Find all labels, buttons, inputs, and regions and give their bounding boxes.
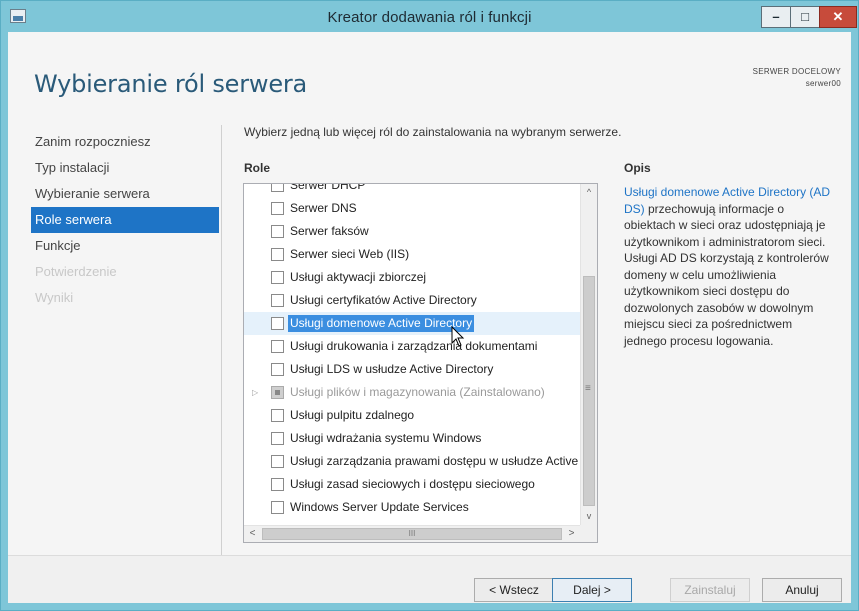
horizontal-scrollbar[interactable]: < III > <box>244 525 580 542</box>
horizontal-scroll-thumb[interactable]: III <box>262 528 562 540</box>
title-bar[interactable]: Kreator dodawania ról i funkcji – □ ✕ <box>1 1 858 33</box>
destination-server-label: SERWER DOCELOWY <box>752 67 841 76</box>
role-checkbox[interactable] <box>271 501 284 514</box>
role-label: Windows Server Update Services <box>290 500 469 514</box>
role-checkbox[interactable] <box>271 271 284 284</box>
step-wyniki: Wyniki <box>35 290 74 305</box>
back-button[interactable]: < Wstecz <box>474 578 554 602</box>
maximize-button[interactable]: □ <box>790 6 820 28</box>
role-label: Serwer DNS <box>290 201 357 215</box>
role-row[interactable]: Usługi zarządzania prawami dostępu w usł… <box>244 450 580 473</box>
step-typ-instalacji[interactable]: Typ instalacji <box>31 155 219 181</box>
role-checkbox[interactable] <box>271 294 284 307</box>
role-label: Usługi wdrażania systemu Windows <box>290 431 482 445</box>
roles-header: Role <box>244 161 271 175</box>
role-label: Serwer sieci Web (IIS) <box>290 247 410 261</box>
role-checkbox[interactable] <box>271 363 284 376</box>
role-checkbox[interactable] <box>271 184 284 192</box>
page-title: Wybieranie ról serwera <box>34 70 308 98</box>
role-label: Usługi drukowania i zarządzania dokument… <box>290 339 538 353</box>
role-row[interactable]: Usługi certyfikatów Active Directory <box>244 289 580 312</box>
minimize-button[interactable]: – <box>761 6 791 28</box>
step-funkcje[interactable]: Funkcje <box>31 233 219 259</box>
scroll-grip-icon: ≡ <box>585 383 591 394</box>
role-row[interactable]: Serwer DNS <box>244 197 580 220</box>
step-wybieranie-serwera[interactable]: Wybieranie serwera <box>31 181 219 207</box>
role-row[interactable]: Usługi wdrażania systemu Windows <box>244 427 580 450</box>
role-row[interactable]: Usługi drukowania i zarządzania dokument… <box>244 335 580 358</box>
role-label: Usługi zarządzania prawami dostępu w usł… <box>290 454 580 468</box>
role-row[interactable]: Usługi zasad sieciowych i dostępu siecio… <box>244 473 580 496</box>
step-potwierdzenie: Potwierdzenie <box>35 264 117 279</box>
role-row-ad-ds[interactable]: Usługi domenowe Active Directory <box>244 312 580 335</box>
role-label: Usługi aktywacji zbiorczej <box>290 270 427 284</box>
roles-list[interactable]: Serwer DHCP Serwer DNS Serwer faksów Ser… <box>243 183 598 543</box>
role-row[interactable]: Serwer faksów <box>244 220 580 243</box>
role-label: Usługi zasad sieciowych i dostępu siecio… <box>290 477 535 491</box>
role-label: Usługi plików i magazynowania (Zainstalo… <box>290 385 545 399</box>
role-checkbox[interactable] <box>271 478 284 491</box>
step-role-serwera[interactable]: Role serwera <box>31 207 219 233</box>
window-title: Kreator dodawania ról i funkcji <box>327 9 532 26</box>
next-button[interactable]: Dalej > <box>552 578 632 602</box>
role-checkbox[interactable] <box>271 455 284 468</box>
scroll-down-icon[interactable]: v <box>581 508 597 525</box>
scroll-left-icon[interactable]: < <box>244 526 261 542</box>
role-checkbox[interactable] <box>271 317 284 330</box>
role-description: Usługi domenowe Active Directory (AD DS)… <box>624 184 836 349</box>
role-checkbox[interactable] <box>271 202 284 215</box>
description-header: Opis <box>624 161 651 175</box>
role-row[interactable]: Usługi aktywacji zbiorczej <box>244 266 580 289</box>
instruction-text: Wybierz jedną lub więcej ról do zainstal… <box>244 125 622 139</box>
role-checkbox[interactable] <box>271 432 284 445</box>
step-zanim-rozpoczniesz[interactable]: Zanim rozpoczniesz <box>31 129 219 155</box>
description-body: przechowują informacje o obiektach w sie… <box>624 201 829 348</box>
role-checkbox[interactable] <box>271 409 284 422</box>
install-button: Zainstaluj <box>670 578 750 602</box>
role-row[interactable]: Serwer sieci Web (IIS) <box>244 243 580 266</box>
mouse-pointer-icon <box>451 326 465 347</box>
cancel-button[interactable]: Anuluj <box>762 578 842 602</box>
role-label: Usługi LDS w usłudze Active Directory <box>290 362 494 376</box>
role-checkbox[interactable] <box>271 340 284 353</box>
scroll-right-icon[interactable]: > <box>563 526 580 542</box>
role-row-file-services: ▷ Usługi plików i magazynowania (Zainsta… <box>244 381 580 404</box>
role-row[interactable]: Serwer DHCP <box>244 183 580 197</box>
role-checkbox[interactable] <box>271 248 284 261</box>
role-label: Usługi certyfikatów Active Directory <box>290 293 477 307</box>
destination-server: SERWER DOCELOWY serwer00 <box>753 66 841 90</box>
destination-server-name: serwer00 <box>805 79 841 88</box>
role-label: Serwer faksów <box>290 224 369 238</box>
role-checkbox[interactable] <box>271 225 284 238</box>
scroll-corner <box>580 525 597 542</box>
role-row[interactable]: Usługi LDS w usłudze Active Directory <box>244 358 580 381</box>
expand-arrow-icon[interactable]: ▷ <box>252 381 258 404</box>
role-label: Usługi pulpitu zdalnego <box>290 408 415 422</box>
role-label: Serwer DHCP <box>290 183 366 192</box>
close-button[interactable]: ✕ <box>819 6 857 28</box>
nav-divider <box>221 125 222 565</box>
role-label-selected: Usługi domenowe Active Directory <box>288 315 475 332</box>
role-row[interactable]: Usługi pulpitu zdalnego <box>244 404 580 427</box>
scroll-up-icon[interactable]: ^ <box>581 184 597 201</box>
vertical-scrollbar[interactable]: ^ ≡ v <box>580 184 597 525</box>
wizard-steps-nav: Zanim rozpoczniesz Typ instalacji Wybier… <box>31 129 219 311</box>
role-checkbox-installed <box>271 386 284 399</box>
role-row[interactable]: Windows Server Update Services <box>244 496 580 519</box>
